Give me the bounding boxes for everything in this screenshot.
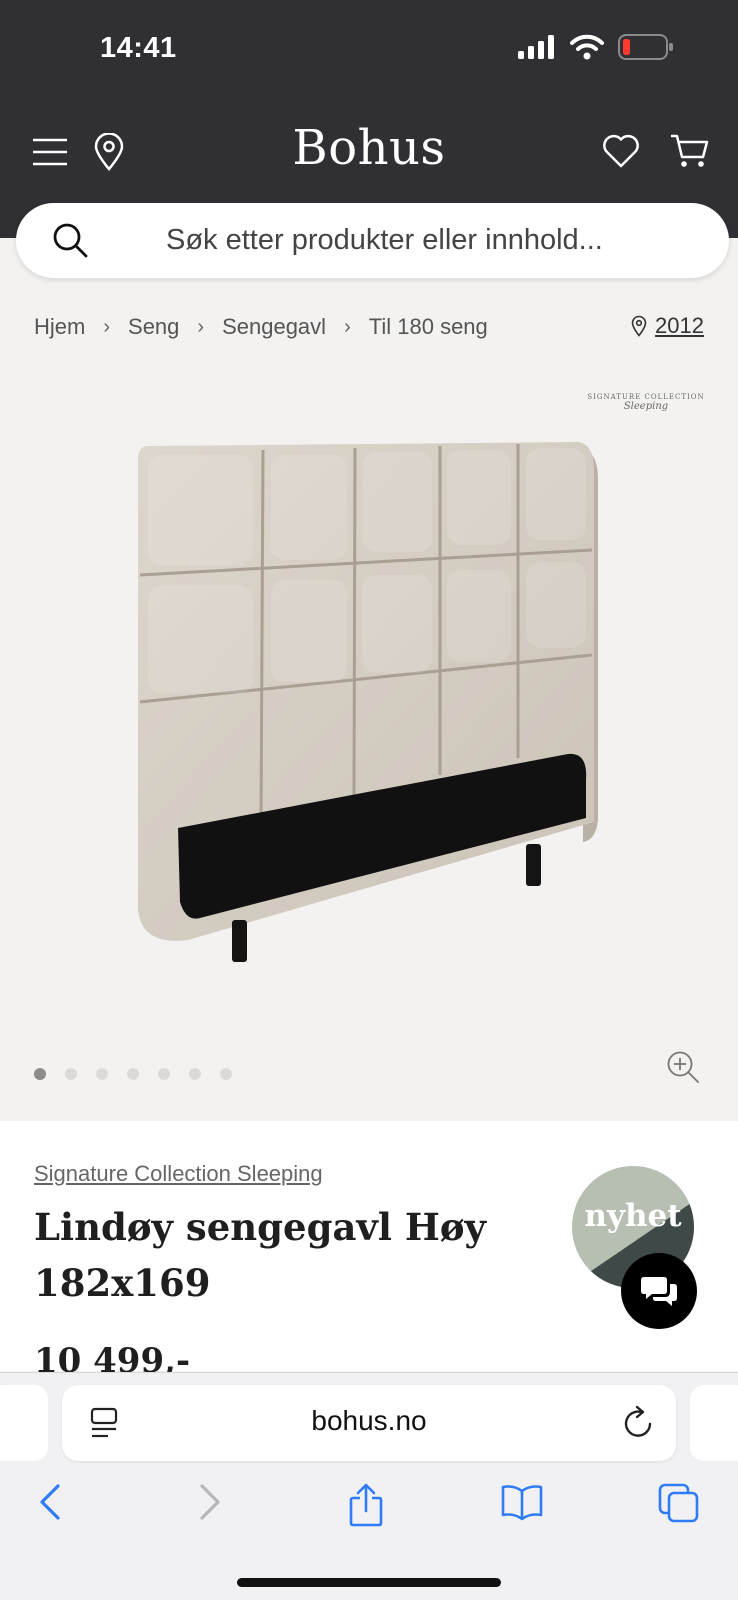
url-text: bohus.no xyxy=(311,1405,427,1436)
search-bar[interactable] xyxy=(16,203,729,278)
battery-icon xyxy=(618,34,673,60)
carousel-dot[interactable] xyxy=(189,1068,201,1080)
page: 14:41 Bohus Søk etter produkter eller in… xyxy=(0,0,738,1600)
reload-icon[interactable] xyxy=(624,1405,654,1439)
home-indicator xyxy=(237,1578,501,1587)
previous-tab-preview[interactable] xyxy=(0,1385,48,1461)
brand-mark-script-text: Sleeping xyxy=(623,401,669,412)
breadcrumb: Hjem › Seng › Sengegavl › Til 180 seng xyxy=(34,314,488,340)
breadcrumb-sengegavl[interactable]: Sengegavl xyxy=(222,314,326,340)
brand-mark-top-text: SIGNATURE COLLECTION xyxy=(587,393,705,401)
forward-icon xyxy=(200,1484,220,1520)
chevron-right-icon: › xyxy=(344,315,351,338)
browser-toolbar xyxy=(0,1483,738,1543)
zoom-in-icon[interactable] xyxy=(666,1050,700,1084)
breadcrumb-til-180-seng[interactable]: Til 180 seng xyxy=(369,314,488,340)
bookmarks-icon[interactable] xyxy=(500,1483,544,1521)
carousel-dot[interactable] xyxy=(127,1068,139,1080)
address-bar[interactable]: bohus.no xyxy=(62,1385,676,1461)
back-icon[interactable] xyxy=(38,1483,62,1521)
brand-link[interactable]: Signature Collection Sleeping xyxy=(34,1161,323,1187)
next-tab-preview[interactable] xyxy=(690,1385,738,1461)
chevron-right-icon: › xyxy=(197,315,205,338)
carousel-dot[interactable] xyxy=(220,1068,232,1080)
product-image-headboard[interactable] xyxy=(128,440,608,990)
wifi-icon xyxy=(570,34,604,60)
search-icon[interactable] xyxy=(52,222,88,258)
status-icons xyxy=(518,34,674,60)
product-info: Signature Collection Sleeping Lindøy sen… xyxy=(0,1121,738,1381)
location-pin-icon xyxy=(631,315,647,337)
status-time: 14:41 xyxy=(100,32,177,64)
header-right-nav xyxy=(602,133,710,169)
chevron-right-icon: › xyxy=(103,315,111,338)
carousel-dot[interactable] xyxy=(158,1068,170,1080)
chat-button[interactable] xyxy=(621,1253,697,1329)
share-icon[interactable] xyxy=(348,1483,384,1527)
search-input[interactable] xyxy=(136,203,696,278)
browser-bottom-bar: bohus.no xyxy=(0,1372,738,1600)
selected-store[interactable]: 2012 xyxy=(631,313,704,339)
breadcrumb-home[interactable]: Hjem xyxy=(34,314,85,340)
chat-bubbles-icon xyxy=(641,1277,677,1306)
signature-collection-logo: SIGNATURE COLLECTION Sleeping xyxy=(586,393,706,412)
wishlist-heart-icon[interactable] xyxy=(602,134,640,168)
badge-text: nyhet xyxy=(584,1198,682,1234)
signal-icon xyxy=(518,35,554,59)
carousel-dot[interactable] xyxy=(34,1068,46,1080)
store-number-link[interactable]: 2012 xyxy=(655,313,704,339)
product-title: Lindøy sengegavl Høy 182x169 xyxy=(34,1205,487,1305)
breadcrumb-seng[interactable]: Seng xyxy=(128,314,179,340)
tabs-icon[interactable] xyxy=(658,1483,700,1523)
cart-icon[interactable] xyxy=(670,133,710,169)
carousel-dot[interactable] xyxy=(65,1068,77,1080)
image-carousel-dots xyxy=(34,1068,232,1080)
carousel-dot[interactable] xyxy=(96,1068,108,1080)
